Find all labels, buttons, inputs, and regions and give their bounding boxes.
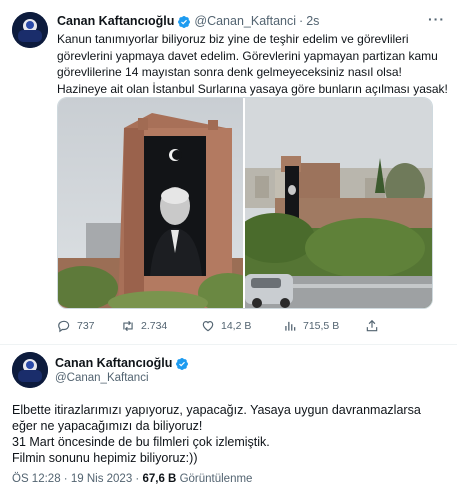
share-icon <box>366 319 378 332</box>
separator-dot: · <box>135 473 140 485</box>
tweet-time[interactable]: ÖS 12:28 <box>12 473 61 485</box>
tweet-text-line: görevlerini yapmaya davet edelim. Görevl… <box>57 48 438 63</box>
tweet-2-header: Canan Kaftancıoğlu <box>55 356 192 371</box>
like-button[interactable]: 14,2 B <box>201 319 251 333</box>
separator-dot: · <box>63 473 68 485</box>
author-handle[interactable]: @Canan_Kaftanci <box>194 14 296 29</box>
author-handle[interactable]: @Canan_Kaftanci <box>55 372 149 384</box>
tweet-header: Canan Kaftancıoğlu @Canan_Kaftanci · 2s <box>57 14 319 29</box>
views-button[interactable]: 715,5 B <box>283 319 339 333</box>
tweet-actions: 737 2.734 14,2 B 715,5 B <box>57 319 437 337</box>
tweet-2-meta: ÖS 12:28 · 19 Nis 2023 · 67,6 B Görüntül… <box>12 473 252 485</box>
author-name[interactable]: Canan Kaftancıoğlu <box>55 356 172 371</box>
tweet-text: Kanun tanımıyorlar biliyoruz biz yine de… <box>57 31 449 97</box>
tweet-1[interactable]: Canan Kaftancıoğlu @Canan_Kaftanci · 2s … <box>0 0 457 345</box>
photo-banner-closeup <box>58 98 243 308</box>
view-count: 715,5 B <box>303 320 340 332</box>
verified-badge-icon <box>175 357 189 371</box>
tweet-text-line: Elbette itirazlarımızı yapıyoruz, yapaca… <box>12 403 421 417</box>
retweet-count: 2.734 <box>141 320 168 332</box>
tweet-text-line: 31 Mart öncesinde de bu filmleri çok izl… <box>12 435 270 449</box>
share-button[interactable] <box>365 319 379 333</box>
separator-dot: · <box>299 14 304 28</box>
more-options-icon[interactable]: ··· <box>428 11 445 27</box>
avatar-image <box>12 352 48 388</box>
verified-badge-icon <box>177 15 191 29</box>
tweet-text-line: Hazineye ait olan İstanbul Surlarına yas… <box>57 81 448 96</box>
tweet-date[interactable]: 19 Nis 2023 <box>71 473 132 485</box>
reply-button[interactable]: 737 <box>57 319 95 333</box>
tweet-text-line: Filmin sonunu hepimiz biliyoruz:)) <box>12 451 198 465</box>
retweet-button[interactable]: 2.734 <box>121 319 167 333</box>
tweet-time[interactable]: 2s <box>306 14 319 29</box>
author-name[interactable]: Canan Kaftancıoğlu <box>57 14 174 29</box>
avatar-image <box>12 12 48 48</box>
analytics-icon <box>285 321 296 331</box>
avatar[interactable] <box>12 352 48 388</box>
heart-icon <box>202 321 214 332</box>
views-count: 67,6 B <box>142 473 177 485</box>
tweet-2-text: Elbette itirazlarımızı yapıyoruz, yapaca… <box>12 402 452 466</box>
tweet-text-line: Kanun tanımıyorlar biliyoruz biz yine de… <box>57 32 409 46</box>
views-label: Görüntülenme <box>179 473 253 485</box>
photo-walls-wideshot <box>245 98 432 308</box>
photo-left[interactable] <box>58 98 245 308</box>
tweet-text-line: eğer ne yapacağımızı da biliyoruz! <box>12 419 203 433</box>
reply-icon <box>58 320 70 333</box>
retweet-icon <box>123 320 133 332</box>
photo-right[interactable] <box>245 98 432 308</box>
avatar[interactable] <box>12 12 48 48</box>
tweet-text-line: görevlilerine 14 mayıstan sonra denk gel… <box>57 65 402 79</box>
reply-count: 737 <box>77 320 95 332</box>
tweet-media[interactable] <box>57 97 433 309</box>
like-count: 14,2 B <box>221 320 252 332</box>
